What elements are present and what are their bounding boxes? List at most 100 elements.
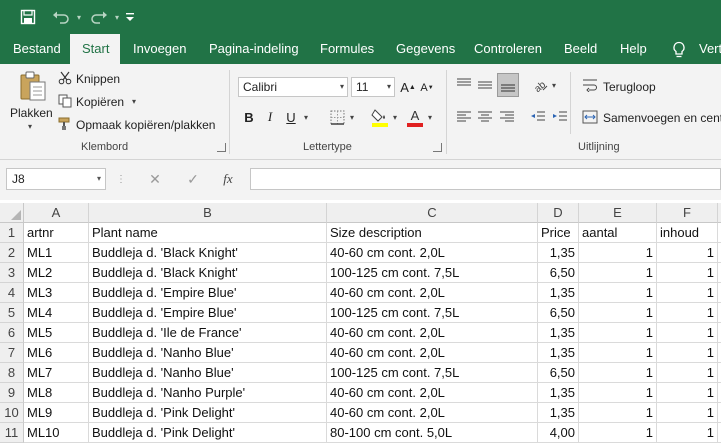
cell-e10[interactable]: 1 (579, 403, 657, 423)
fill-color-icon[interactable] (370, 106, 390, 128)
cell-a9[interactable]: ML8 (24, 383, 89, 403)
row-header[interactable]: 7 (0, 343, 24, 363)
cell-d1[interactable]: Price (538, 223, 579, 243)
tab-pagina-indeling[interactable]: Pagina-indeling (197, 34, 311, 64)
orientation-icon[interactable]: ab (530, 75, 550, 95)
format-painter-label[interactable]: Opmaak kopiëren/plakken (76, 118, 215, 132)
cell-a1[interactable]: artnr (24, 223, 89, 243)
paste-label[interactable]: Plakken (10, 106, 53, 120)
tab-formules[interactable]: Formules (308, 34, 386, 64)
row-header[interactable]: 8 (0, 363, 24, 383)
cell-d6[interactable]: 1,35 (538, 323, 579, 343)
cut-label[interactable]: Knippen (76, 72, 120, 86)
font-color-icon[interactable]: A (405, 106, 425, 128)
cell-a8[interactable]: ML7 (24, 363, 89, 383)
worksheet-grid[interactable]: A B C D E F 1 artnr Plant name Size description Pr… (0, 203, 721, 447)
cancel-icon[interactable]: ✕ (145, 170, 165, 188)
cell-b11[interactable]: Buddleja d. 'Pink Delight' (89, 423, 327, 443)
scissors-icon[interactable] (57, 70, 73, 86)
align-bottom-icon[interactable] (497, 73, 519, 97)
cell-f9[interactable]: 1 (657, 383, 718, 403)
copy-label[interactable]: Kopiëren (76, 95, 124, 109)
column-header-a[interactable]: A (24, 203, 89, 223)
merge-center-icon[interactable] (580, 107, 600, 127)
wrap-text-label[interactable]: Terugloop (603, 80, 656, 94)
cell-d4[interactable]: 1,35 (538, 283, 579, 303)
cell-f1[interactable]: inhoud (657, 223, 718, 243)
redo-icon[interactable] (86, 6, 112, 28)
cell-a6[interactable]: ML5 (24, 323, 89, 343)
cell-f3[interactable]: 1 (657, 263, 718, 283)
cell-b9[interactable]: Buddleja d. 'Nanho Purple' (89, 383, 327, 403)
cell-e6[interactable]: 1 (579, 323, 657, 343)
font-launcher-icon[interactable] (433, 143, 442, 152)
lightbulb-icon[interactable] (669, 39, 689, 61)
cell-b4[interactable]: Buddleja d. 'Empire Blue' (89, 283, 327, 303)
align-top-icon[interactable] (454, 75, 474, 95)
row-header[interactable]: 1 (0, 223, 24, 243)
merge-center-label[interactable]: Samenvoegen en cent (603, 111, 721, 125)
cell-d11[interactable]: 4,00 (538, 423, 579, 443)
column-header-d[interactable]: D (538, 203, 579, 223)
font-color-dropdown-icon[interactable]: ▾ (428, 113, 432, 122)
cell-a7[interactable]: ML6 (24, 343, 89, 363)
tab-invoegen[interactable]: Invoegen (121, 34, 199, 64)
row-header[interactable]: 5 (0, 303, 24, 323)
cell-d3[interactable]: 6,50 (538, 263, 579, 283)
cell-e1[interactable]: aantal (579, 223, 657, 243)
wrap-text-icon[interactable] (580, 75, 600, 95)
cell-c10[interactable]: 40-60 cm cont. 2,0L (327, 403, 538, 423)
enter-icon[interactable]: ✓ (183, 170, 203, 188)
cell-f8[interactable]: 1 (657, 363, 718, 383)
cell-f6[interactable]: 1 (657, 323, 718, 343)
decrease-indent-icon[interactable] (528, 107, 548, 127)
font-name-box[interactable]: Calibri ▾ (238, 77, 348, 97)
tab-start[interactable]: Start (70, 34, 120, 64)
increase-indent-icon[interactable] (550, 107, 570, 127)
select-all-button[interactable] (0, 203, 24, 223)
copy-dropdown-icon[interactable]: ▾ (132, 97, 136, 106)
shrink-font-icon[interactable]: A ▼ (419, 79, 435, 97)
font-size-box[interactable]: 11 ▾ (351, 77, 395, 97)
cell-b3[interactable]: Buddleja d. 'Black Knight' (89, 263, 327, 283)
cell-b6[interactable]: Buddleja d. 'Ile de France' (89, 323, 327, 343)
cell-a10[interactable]: ML9 (24, 403, 89, 423)
paste-icon[interactable] (16, 70, 50, 102)
cell-e3[interactable]: 1 (579, 263, 657, 283)
orientation-dropdown-icon[interactable]: ▾ (552, 81, 556, 90)
tab-beeld[interactable]: Beeld (552, 34, 609, 64)
tab-gegevens[interactable]: Gegevens (384, 34, 467, 64)
cell-a11[interactable]: ML10 (24, 423, 89, 443)
cell-b2[interactable]: Buddleja d. 'Black Knight' (89, 243, 327, 263)
grow-font-icon[interactable]: A ▲ (399, 77, 417, 97)
row-header[interactable]: 11 (0, 423, 24, 443)
cell-e5[interactable]: 1 (579, 303, 657, 323)
redo-dropdown-icon[interactable]: ▾ (112, 6, 122, 28)
row-header[interactable]: 2 (0, 243, 24, 263)
borders-icon[interactable] (328, 108, 346, 126)
drag-handle-icon[interactable]: ⋮ (116, 170, 126, 188)
column-header-f[interactable]: F (657, 203, 718, 223)
cell-c1[interactable]: Size description (327, 223, 538, 243)
cell-f5[interactable]: 1 (657, 303, 718, 323)
cell-c11[interactable]: 80-100 cm cont. 5,0L (327, 423, 538, 443)
cell-d7[interactable]: 1,35 (538, 343, 579, 363)
cell-e9[interactable]: 1 (579, 383, 657, 403)
align-right-icon[interactable] (497, 107, 517, 127)
row-header[interactable]: 3 (0, 263, 24, 283)
cell-a5[interactable]: ML4 (24, 303, 89, 323)
cell-c7[interactable]: 40-60 cm cont. 2,0L (327, 343, 538, 363)
cell-c5[interactable]: 100-125 cm cont. 7,5L (327, 303, 538, 323)
tab-help[interactable]: Help (608, 34, 659, 64)
align-middle-icon[interactable] (475, 75, 495, 95)
column-header-e[interactable]: E (579, 203, 657, 223)
paste-dropdown-icon[interactable]: ▾ (28, 122, 32, 131)
italic-button[interactable]: I (262, 107, 278, 127)
cell-f10[interactable]: 1 (657, 403, 718, 423)
save-icon[interactable] (16, 6, 40, 28)
align-center-icon[interactable] (475, 107, 495, 127)
row-header[interactable]: 4 (0, 283, 24, 303)
fill-color-dropdown-icon[interactable]: ▾ (393, 113, 397, 122)
tab-vertel[interactable]: Vert (688, 34, 721, 64)
row-header[interactable]: 9 (0, 383, 24, 403)
